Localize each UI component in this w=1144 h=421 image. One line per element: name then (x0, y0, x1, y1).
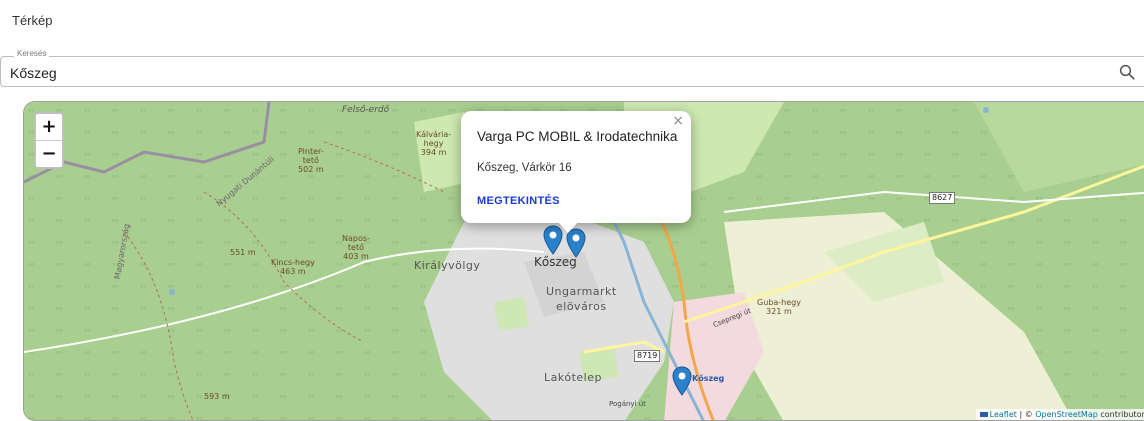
label-koszeg-station: Kőszeg (692, 374, 725, 383)
popup-address: Kőszeg, Várkör 16 (477, 162, 572, 174)
label-pinter: Pinter- tető 502 m (298, 147, 324, 174)
label-kiralyvolgy: Királyvölgy (414, 259, 481, 272)
label-poganyi: Pogányi út (609, 400, 646, 408)
attribution-contributors: contributors (1097, 410, 1144, 419)
leaflet-link[interactable]: Leaflet (990, 410, 1017, 419)
popup-title: Varga PC MOBIL & Irodatechnika (477, 129, 678, 144)
zoom-control: + − (34, 112, 64, 169)
leaflet-flag-icon (979, 412, 988, 417)
label-guba-hegy: Guba-hegy 321 m (757, 298, 801, 316)
search-box[interactable] (0, 56, 1144, 87)
map[interactable]: ᵠᵠ ᵠᵠ (23, 101, 1144, 421)
search-input[interactable] (8, 62, 1102, 84)
zoom-in-button[interactable]: + (36, 114, 62, 140)
label-kalvaria: Kálvária- hegy 394 m (416, 130, 452, 157)
popup-tip (558, 222, 578, 233)
zoom-out-button[interactable]: − (36, 140, 62, 167)
label-551: 551 m (230, 248, 256, 257)
search-legend: Keresés (14, 49, 50, 58)
label-kincs: Kincs-hegy 463 m (271, 258, 315, 276)
label-felso-erdo: Felső-erdő (342, 105, 390, 115)
label-593: 593 m (204, 392, 230, 401)
page-title: Térkép (12, 13, 53, 28)
popup-view-link[interactable]: MEGTEKINTÉS (477, 195, 560, 207)
label-ungarmarkt: Ungarmarkt (546, 285, 617, 298)
map-marker[interactable] (672, 366, 692, 396)
popup-close-button[interactable]: × (672, 113, 684, 129)
label-elovaros: elöváros (556, 300, 607, 313)
map-attribution: Leaflet | © OpenStreetMap contributors (975, 409, 1144, 420)
label-napos: Napos- tető 403 m (342, 234, 370, 261)
search-icon[interactable] (1118, 63, 1136, 81)
label-lakotelep: Lakótelep (544, 371, 602, 384)
road-shield-8719: 8719 (634, 350, 661, 362)
road-shield-8627: 8627 (929, 192, 956, 204)
map-popup: × Varga PC MOBIL & Irodatechnika Kőszeg,… (461, 111, 691, 233)
osm-link[interactable]: OpenStreetMap (1035, 410, 1098, 419)
attribution-separator: | © (1016, 410, 1036, 419)
